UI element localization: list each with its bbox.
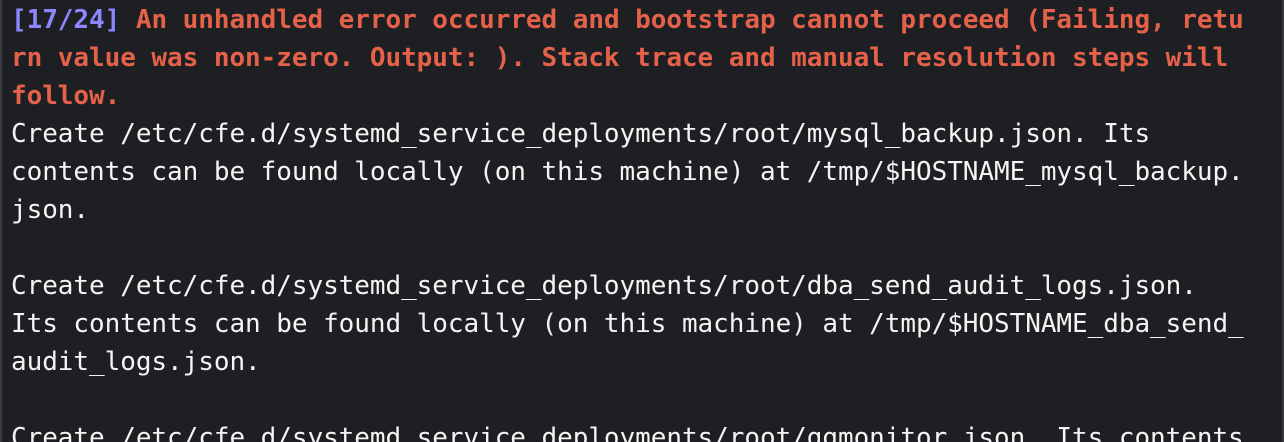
error-text-1: An unhandled error occurred and bootstra… bbox=[120, 5, 1244, 35]
error-line-2: rn value was non-zero. Output: ). Stack … bbox=[11, 43, 1229, 73]
output-line: Create /etc/cfe.d/systemd_service_deploy… bbox=[11, 423, 1244, 442]
output-line: Create /etc/cfe.d/systemd_service_deploy… bbox=[11, 119, 1151, 149]
terminal-output[interactable]: [17/24] An unhandled error occurred and … bbox=[0, 0, 1284, 442]
progress-tag: [17/24] bbox=[11, 5, 121, 35]
output-line: json. bbox=[11, 195, 90, 225]
output-line: contents can be found locally (on this m… bbox=[11, 157, 1244, 187]
output-line: Create /etc/cfe.d/systemd_service_deploy… bbox=[11, 271, 1197, 301]
error-line-3: follow. bbox=[11, 81, 121, 111]
output-line: audit_logs.json. bbox=[11, 347, 261, 377]
output-line: Its contents can be found locally (on th… bbox=[11, 309, 1244, 339]
window-border-left bbox=[0, 0, 2, 442]
error-line-1: [17/24] An unhandled error occurred and … bbox=[11, 1, 1244, 39]
